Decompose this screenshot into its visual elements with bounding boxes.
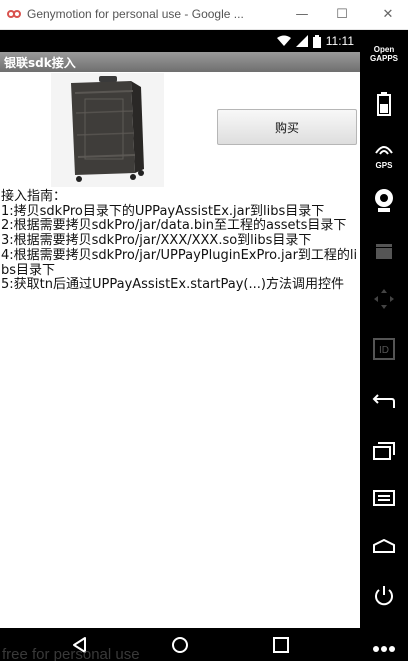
clapperboard-icon bbox=[376, 244, 392, 259]
webcam-button[interactable] bbox=[360, 188, 408, 218]
genymotion-logo-icon bbox=[7, 10, 21, 18]
dpad-button[interactable] bbox=[360, 288, 408, 314]
side-back-button[interactable] bbox=[360, 392, 408, 414]
side-recents-button[interactable] bbox=[360, 442, 408, 464]
more-dots-icon bbox=[373, 646, 395, 652]
watermark-text: free for personal use bbox=[2, 646, 140, 661]
power-button[interactable] bbox=[360, 585, 408, 611]
window-maximize-button[interactable]: ☐ bbox=[332, 5, 352, 25]
window-titlebar: Genymotion for personal use - Google ...… bbox=[0, 0, 408, 30]
genymotion-side-panel: Open GAPPS GPS ID bbox=[360, 30, 408, 661]
app-action-bar: 银联sdk接入 bbox=[0, 52, 360, 72]
window-close-button[interactable]: ✕ bbox=[378, 5, 398, 25]
media-capture-button[interactable] bbox=[360, 242, 408, 264]
product-suitcase-image bbox=[51, 73, 164, 187]
open-gapps-button[interactable]: Open GAPPS bbox=[360, 45, 408, 63]
wifi-icon bbox=[276, 35, 291, 46]
main-content: 购买 接入指南： 1:拷贝sdkPro目录下的UPPayAssistEx.jar… bbox=[0, 72, 360, 628]
gps-button[interactable]: GPS bbox=[360, 142, 408, 170]
guide-step-3: 3:根据需要拷贝sdkPro/jar/XXX/XXX.so到libs目录下 bbox=[1, 233, 312, 249]
menu-icon bbox=[373, 490, 395, 506]
home-outline-icon bbox=[373, 538, 395, 553]
back-arrow-icon bbox=[372, 394, 395, 408]
status-time: 11:11 bbox=[325, 34, 354, 48]
guide-step-4: 4:根据需要拷贝sdkPro/jar/UPPayPluginExPro.jar到… bbox=[1, 247, 358, 278]
device-id-button[interactable]: ID bbox=[360, 338, 408, 364]
buy-button[interactable]: 购买 bbox=[217, 109, 357, 145]
webcam-icon bbox=[375, 189, 393, 212]
android-status-bar: 11:11 bbox=[0, 30, 360, 52]
recent-apps-icon bbox=[373, 442, 395, 460]
power-icon bbox=[375, 586, 393, 606]
app-title: 银联sdk接入 bbox=[4, 56, 76, 70]
id-icon-label: ID bbox=[379, 345, 389, 356]
guide-step-5: 5:获取tn后通过UPPayAssistEx.startPay(...)方法调用… bbox=[1, 277, 344, 293]
window-title: Genymotion for personal use - Google ... bbox=[27, 7, 244, 21]
signal-icon bbox=[295, 35, 308, 47]
more-options-button[interactable] bbox=[360, 638, 408, 657]
recents-icon[interactable] bbox=[271, 635, 291, 655]
guide-heading: 接入指南： bbox=[1, 189, 67, 204]
window-minimize-button[interactable]: — bbox=[292, 5, 312, 25]
dpad-icon bbox=[374, 289, 394, 309]
battery-widget-icon bbox=[377, 92, 391, 116]
guide-step-2: 2:根据需要拷贝sdkPro/jar/data.bin至工程的assets目录下 bbox=[1, 218, 347, 234]
side-home-button[interactable] bbox=[360, 538, 408, 557]
home-icon[interactable] bbox=[170, 635, 190, 655]
battery-icon bbox=[312, 34, 321, 48]
id-icon: ID bbox=[373, 338, 395, 360]
integration-guide: 接入指南： 1:拷贝sdkPro目录下的UPPayAssistEx.jar到li… bbox=[1, 189, 359, 293]
battery-widget-button[interactable] bbox=[360, 92, 408, 120]
gps-icon bbox=[375, 146, 393, 155]
side-menu-button[interactable] bbox=[360, 490, 408, 510]
